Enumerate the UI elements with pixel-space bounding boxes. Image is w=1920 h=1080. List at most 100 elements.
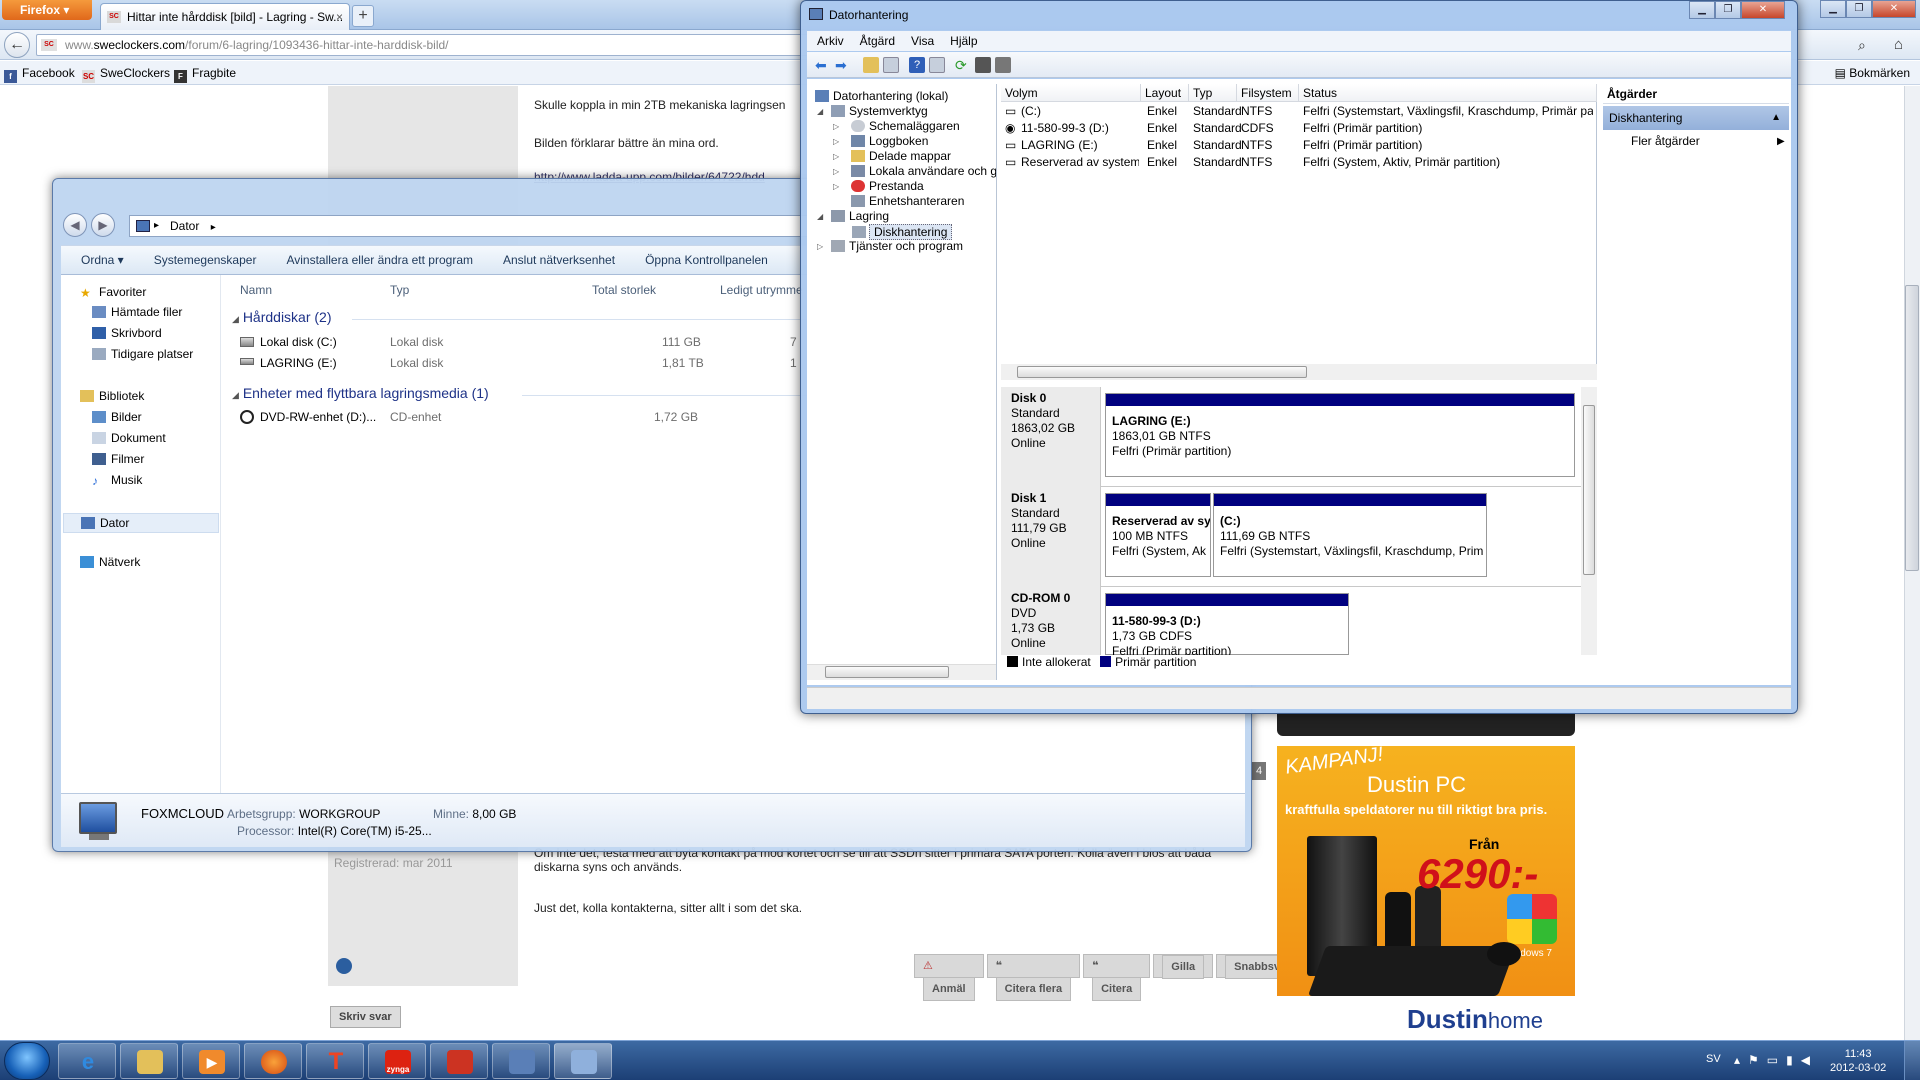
collapsed-arrow-icon[interactable]: ▷	[833, 137, 839, 146]
tree-disk-management[interactable]: Diskhantering	[852, 224, 953, 240]
taskbar-media-player[interactable]: ▶	[182, 1043, 240, 1079]
column-volume[interactable]: Volym	[1001, 84, 1141, 102]
bookmarks-menu-button[interactable]: ▤ Bokmärken	[1835, 66, 1910, 80]
settings-icon[interactable]	[995, 57, 1011, 73]
tree-performance[interactable]: Prestanda	[851, 179, 924, 193]
drive-name[interactable]: DVD-RW-enhet (D:)...	[260, 410, 376, 424]
nav-libraries[interactable]: Bibliotek	[80, 389, 144, 403]
collapsed-arrow-icon[interactable]: ▷	[833, 122, 839, 131]
column-type[interactable]: Typ	[1189, 84, 1237, 102]
nav-documents[interactable]: Dokument	[92, 431, 166, 445]
column-total-size[interactable]: Total storlek	[592, 283, 656, 297]
tree-task-scheduler[interactable]: Schemaläggaren	[851, 119, 960, 133]
forward-arrow-icon[interactable]: ➡	[835, 57, 851, 73]
collapsed-arrow-icon[interactable]: ▷	[833, 152, 839, 161]
map-network-drive-button[interactable]: Anslut nätverksenhet	[503, 253, 615, 267]
table-row[interactable]: ◉ 11-580-99-3 (D:) Enkel Standard CDFS F…	[1001, 120, 1597, 137]
column-type[interactable]: Typ	[390, 283, 409, 297]
maximize-button[interactable]: ❐	[1846, 0, 1872, 18]
bookmark-fragbite[interactable]: F Fragbite	[174, 66, 236, 83]
menu-action[interactable]: Åtgärd	[860, 34, 895, 48]
nav-recent-places[interactable]: Tidigare platser	[92, 347, 193, 361]
page-scrollbar-thumb[interactable]	[1905, 285, 1919, 571]
menu-help[interactable]: Hjälp	[950, 34, 977, 48]
disk-scroll-thumb[interactable]	[1583, 405, 1595, 575]
taskbar-internet-explorer[interactable]: e	[58, 1043, 116, 1079]
column-free-space[interactable]: Ledigt utrymme	[720, 283, 803, 297]
tree-root[interactable]: Datorhantering (lokal)	[815, 89, 948, 103]
nav-downloads[interactable]: Hämtade filer	[92, 305, 182, 319]
home-icon[interactable]: ⌂	[1894, 36, 1903, 53]
expanded-arrow-icon[interactable]: ◢	[817, 212, 823, 221]
properties-icon[interactable]	[929, 57, 945, 73]
explorer-address-bar[interactable]: ▸ Dator ▸	[129, 215, 829, 237]
breadcrumb-arrow-icon[interactable]: ▸	[154, 216, 159, 236]
disk-0-row[interactable]: Disk 0 Standard 1863,02 GB Online LAGRIN…	[1001, 387, 1597, 487]
back-arrow-icon[interactable]: ⬅	[815, 57, 831, 73]
expanded-arrow-icon[interactable]: ◢	[817, 107, 823, 116]
tree-local-users[interactable]: Lokala användare och g	[851, 164, 996, 178]
organize-button[interactable]: Ordna ▾	[81, 253, 124, 267]
volume-scroll-thumb[interactable]	[1017, 366, 1307, 378]
tree-services-apps[interactable]: Tjänster och program	[831, 239, 963, 253]
report-button[interactable]: ⚠ Anmäl	[914, 954, 984, 1001]
site-identity-icon[interactable]: SC	[41, 39, 57, 51]
collapsed-arrow-icon[interactable]: ▷	[817, 242, 823, 251]
firefox-menu-button[interactable]: Firefox ▾	[2, 0, 92, 20]
show-tree-icon[interactable]	[883, 57, 899, 73]
taskbar-toolbox[interactable]	[430, 1043, 488, 1079]
tree-event-viewer[interactable]: Loggboken	[851, 134, 928, 148]
system-properties-button[interactable]: Systemegenskaper	[154, 253, 257, 267]
partition[interactable]: Reserverad av sy 100 MB NTFS Felfri (Sys…	[1105, 493, 1211, 577]
clock[interactable]: 11:43 2012-03-02	[1830, 1047, 1886, 1075]
more-actions[interactable]: Fler åtgärder	[1631, 134, 1700, 148]
tree-scroll-thumb[interactable]	[825, 666, 949, 678]
partition[interactable]: LAGRING (E:) 1863,01 GB NTFS Felfri (Pri…	[1105, 393, 1575, 477]
column-filesystem[interactable]: Filsystem	[1237, 84, 1299, 102]
maximize-button[interactable]: ❐	[1715, 1, 1741, 19]
disk-1-row[interactable]: Disk 1 Standard 111,79 GB Online Reserve…	[1001, 487, 1597, 587]
search-icon[interactable]: ⌕	[1858, 37, 1866, 54]
explorer-back-button[interactable]: ◀	[63, 213, 87, 237]
close-window-button[interactable]: ✕	[1741, 1, 1785, 19]
browser-tab[interactable]: SC Hittar inte hårddisk [bild] - Lagring…	[100, 3, 350, 30]
group-hard-disks[interactable]: ◢ Hårddiskar (2)	[232, 309, 332, 325]
nav-pictures[interactable]: Bilder	[92, 410, 142, 424]
write-reply-button[interactable]: Skriv svar	[330, 1006, 401, 1028]
quote-button[interactable]: ❝ Citera	[1083, 954, 1151, 1001]
bookmark-facebook[interactable]: f Facebook	[4, 66, 75, 83]
group-removable[interactable]: ◢ Enheter med flyttbara lagringsmedia (1…	[232, 385, 489, 401]
new-tab-button[interactable]: +	[352, 5, 374, 27]
cdrom-0-row[interactable]: CD-ROM 0 DVD 1,73 GB Online 11-580-99-3 …	[1001, 587, 1597, 658]
submenu-arrow-icon[interactable]: ▶	[1777, 136, 1785, 147]
uninstall-program-button[interactable]: Avinstallera eller ändra ett program	[286, 253, 473, 267]
taskbar-disk-app[interactable]	[492, 1043, 550, 1079]
collapsed-arrow-icon[interactable]: ▷	[833, 167, 839, 176]
close-tab-icon[interactable]: ×	[336, 4, 343, 30]
drive-name[interactable]: Lokal disk (C:)	[260, 335, 337, 349]
taskbar-zynga[interactable]: zynga	[368, 1043, 426, 1079]
minimize-button[interactable]: ▁	[1689, 1, 1715, 19]
partition[interactable]: (C:) 111,69 GB NTFS Felfri (Systemstart,…	[1213, 493, 1487, 577]
open-control-panel-button[interactable]: Öppna Kontrollpanelen	[645, 253, 768, 267]
drive-name[interactable]: LAGRING (E:)	[260, 356, 337, 370]
nav-network[interactable]: Nätverk	[80, 555, 140, 569]
breadcrumb-computer[interactable]: Dator	[170, 219, 199, 233]
nav-favorites[interactable]: ★ Favoriter	[80, 285, 146, 300]
help-icon[interactable]: ?	[909, 57, 925, 73]
table-row[interactable]: ▭ LAGRING (E:) Enkel Standard NTFS Felfr…	[1001, 137, 1597, 154]
language-indicator[interactable]: SV	[1706, 1053, 1721, 1065]
export-icon[interactable]	[975, 57, 991, 73]
up-folder-icon[interactable]	[863, 57, 879, 73]
collapse-up-icon[interactable]: ▲	[1771, 106, 1781, 130]
back-button[interactable]: ←	[4, 32, 30, 58]
explorer-forward-button[interactable]: ▶	[91, 213, 115, 237]
nav-desktop[interactable]: Skrivbord	[92, 326, 162, 340]
dustin-advertisement[interactable]: KAMPANJ! Dustin PC kraftfulla speldatore…	[1277, 746, 1575, 1040]
table-row[interactable]: ▭ (C:) Enkel Standard NTFS Felfri (Syste…	[1001, 103, 1597, 120]
bookmark-sweclockers[interactable]: SC SweClockers	[82, 66, 170, 83]
collapsed-arrow-icon[interactable]: ▷	[833, 182, 839, 191]
start-button[interactable]	[4, 1042, 50, 1080]
column-layout[interactable]: Layout	[1141, 84, 1189, 102]
refresh-icon[interactable]: ⟳	[955, 57, 971, 73]
